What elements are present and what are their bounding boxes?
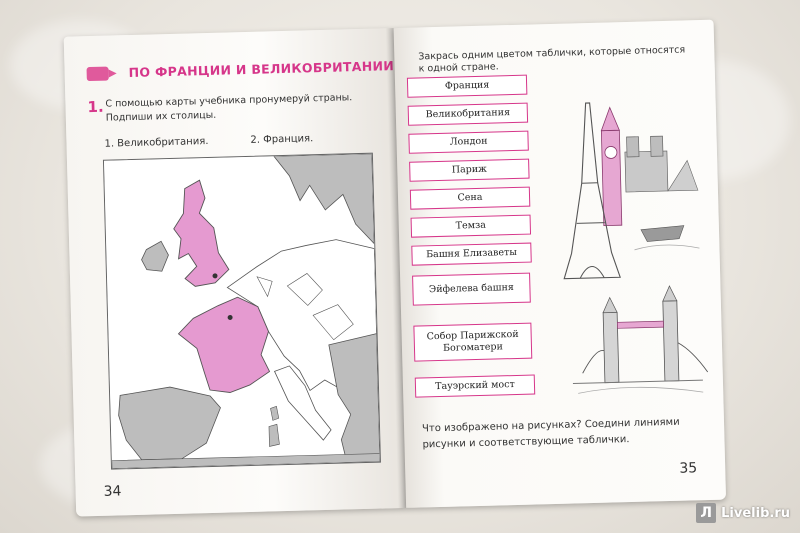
livelib-watermark: Л Livelib.ru	[696, 503, 790, 523]
tag-tower-bridge: Тауэрский мост	[414, 374, 536, 398]
tower-bridge-illustration	[572, 285, 709, 394]
tag-london: Лондон	[408, 130, 529, 154]
page-number-right: 35	[679, 460, 698, 477]
left-page: ПО ФРАНЦИИ И ВЕЛИКОБРИТАНИИ 1. С помощью…	[63, 28, 407, 517]
open-workbook: ПО ФРАНЦИИ И ВЕЛИКОБРИТАНИИ 1. С помощью…	[63, 19, 737, 526]
tag-thames: Темза	[410, 214, 532, 238]
answer-1: 1. Великобритания.	[104, 135, 209, 150]
landmark-illustrations	[545, 80, 712, 414]
tag-seine: Сена	[409, 186, 531, 210]
europe-map-svg	[103, 153, 381, 469]
section-header: ПО ФРАНЦИИ И ВЕЛИКОБРИТАНИИ	[86, 58, 394, 81]
page-number-left: 34	[103, 483, 122, 500]
tag-france: Франция	[406, 74, 528, 98]
answer-2: 2. Франция.	[250, 133, 314, 146]
task-text: С помощью карты учебника пронумеруй стра…	[105, 92, 353, 124]
section-title: ПО ФРАНЦИИ И ВЕЛИКОБРИТАНИИ	[128, 58, 395, 81]
tag-elizabeth-tower: Башня Елизаветы	[411, 242, 532, 266]
europe-map	[102, 152, 381, 470]
big-ben-illustration	[600, 106, 623, 227]
travel-arrow-icon	[86, 66, 109, 81]
instruction-text: Закрась одним цветом таблички, которые о…	[418, 44, 686, 75]
tag-notre-dame: Собор Парижской Богоматери	[413, 322, 533, 362]
tag-eiffel-tower: Эйфелева башня	[412, 272, 531, 306]
boat-illustration	[634, 225, 700, 251]
task-number: 1.	[87, 97, 104, 117]
notre-dame-illustration	[624, 135, 699, 193]
tag-paris: Париж	[409, 158, 530, 182]
handwritten-answers: 1. Великобритания. 2. Франция.	[104, 133, 313, 149]
livelib-watermark-text: Livelib.ru	[721, 505, 790, 521]
question-text: Что изображено на рисунках? Соедини лини…	[421, 416, 680, 451]
right-page: Закрась одним цветом таблички, которые о…	[393, 19, 727, 508]
tag-great-britain: Великобритания	[407, 102, 529, 126]
landmarks-svg	[563, 102, 709, 394]
livelib-logo-icon: Л	[696, 503, 717, 523]
